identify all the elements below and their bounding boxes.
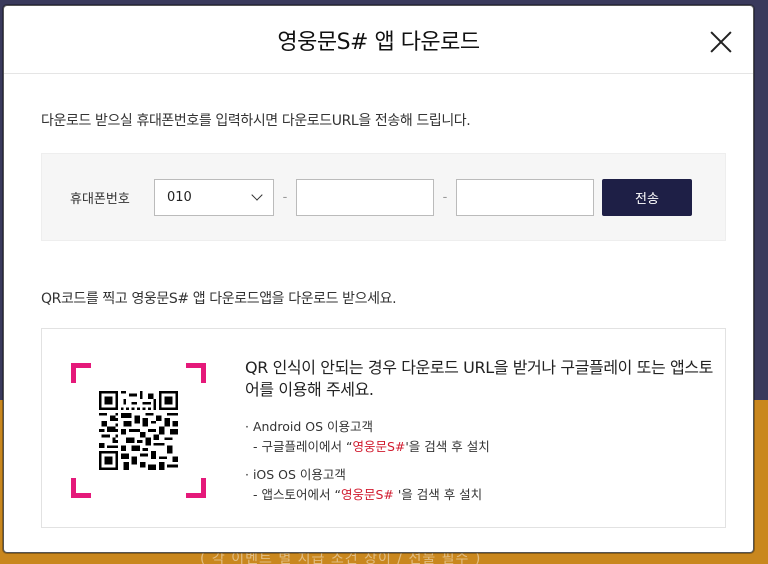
qr-code-icon <box>99 391 178 470</box>
modal-header: 영웅문S# 앱 다운로드 <box>4 6 753 74</box>
qr-description: QR코드를 찍고 영웅문S# 앱 다운로드앱을 다운로드 받으세요. <box>41 291 397 307</box>
modal-body: 다운로드 받으실 휴대폰번호를 입력하시면 다운로드URL을 전송해 드립니다.… <box>4 110 753 528</box>
android-guide: · Android OS 이용고객 - 구글플레이에서 “영웅문S#'을 검색 … <box>245 417 715 457</box>
ios-line-prefix: - 앱스토어에서 “ <box>253 487 341 502</box>
send-button[interactable]: 전송 <box>602 178 692 216</box>
android-guide-title: · Android OS 이용고객 <box>245 419 373 434</box>
ios-guide-line: - 앱스토어에서 “영웅문S# '을 검색 후 설치 <box>245 485 715 505</box>
phone-middle-input[interactable] <box>296 178 434 216</box>
android-line-suffix: '을 검색 후 설치 <box>405 439 490 454</box>
phone-last-input[interactable] <box>456 178 594 216</box>
frame-corner <box>186 363 206 383</box>
app-download-modal: 영웅문S# 앱 다운로드 다운로드 받으실 휴대폰번호를 입력하시면 다운로드U… <box>3 5 754 553</box>
ios-line-suffix: '을 검색 후 설치 <box>397 487 483 502</box>
phone-dash: - <box>282 189 288 205</box>
ios-guide-title: · iOS OS 이용고객 <box>245 467 346 482</box>
qr-info-text: QR 인식이 안되는 경우 다운로드 URL을 받거나 구글플레이 또는 앱스토… <box>245 357 715 505</box>
phone-dash: - <box>442 189 448 205</box>
ios-line-app-name: 영웅문S# <box>340 487 398 502</box>
frame-corner <box>71 478 91 498</box>
qr-frame <box>71 363 206 498</box>
android-guide-line: - 구글플레이에서 “영웅문S#'을 검색 후 설치 <box>245 437 715 457</box>
android-line-app-name: 영웅문S# <box>352 439 406 454</box>
phone-prefix-value: 010 <box>167 189 192 205</box>
ios-guide: · iOS OS 이용고객 - 앱스토어에서 “영웅문S# '을 검색 후 설치 <box>245 465 715 505</box>
android-line-prefix: - 구글플레이에서 “ <box>253 439 353 454</box>
frame-corner <box>186 478 206 498</box>
qr-headline: QR 인식이 안되는 경우 다운로드 URL을 받거나 구글플레이 또는 앱스토… <box>245 358 713 399</box>
sms-description: 다운로드 받으실 휴대폰번호를 입력하시면 다운로드URL을 전송해 드립니다. <box>41 113 471 129</box>
phone-prefix-select[interactable]: 010 <box>154 178 274 216</box>
frame-corner <box>71 363 91 383</box>
phone-label: 휴대폰번호 <box>70 191 130 207</box>
chevron-down-icon <box>251 189 263 201</box>
modal-title: 영웅문S# 앱 다운로드 <box>277 29 480 55</box>
close-icon[interactable] <box>709 30 733 54</box>
phone-input-box: 휴대폰번호 010 - - 전송 <box>41 153 726 241</box>
qr-box: QR 인식이 안되는 경우 다운로드 URL을 받거나 구글플레이 또는 앱스토… <box>41 328 726 528</box>
